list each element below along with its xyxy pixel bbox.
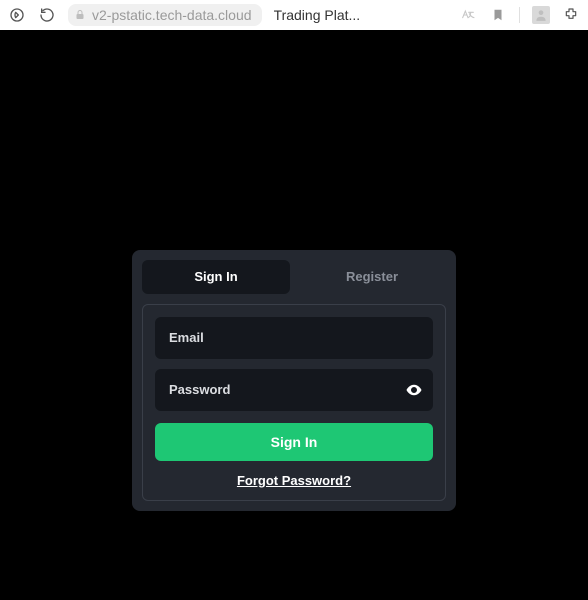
reload-icon[interactable] [38,6,56,24]
email-wrap [155,317,433,359]
tab-signin[interactable]: Sign In [142,260,290,294]
password-wrap [155,369,433,411]
url-text: v2-pstatic.tech-data.cloud [92,7,252,23]
auth-tabs: Sign In Register [142,260,446,294]
page-content: Sign In Register Sign In Forgot Password… [0,30,588,600]
tab-title[interactable]: Trading Plat... [274,7,361,23]
login-card: Sign In Register Sign In Forgot Password… [132,250,456,511]
profile-avatar-icon[interactable] [532,6,550,24]
toolbar-divider [519,7,520,23]
translate-icon[interactable] [459,6,477,24]
browser-logo-icon[interactable] [8,6,26,24]
password-field[interactable] [155,369,433,411]
toggle-password-visibility-icon[interactable] [405,381,423,399]
signin-button[interactable]: Sign In [155,423,433,461]
email-field[interactable] [155,317,433,359]
address-bar[interactable]: v2-pstatic.tech-data.cloud [68,4,262,26]
extensions-icon[interactable] [562,6,580,24]
lock-icon [74,9,86,21]
browser-right-icons [459,6,580,24]
browser-toolbar: v2-pstatic.tech-data.cloud Trading Plat.… [0,0,588,30]
tab-register[interactable]: Register [298,260,446,294]
login-form: Sign In Forgot Password? [142,304,446,501]
forgot-password-link[interactable]: Forgot Password? [155,473,433,488]
bookmark-icon[interactable] [489,6,507,24]
